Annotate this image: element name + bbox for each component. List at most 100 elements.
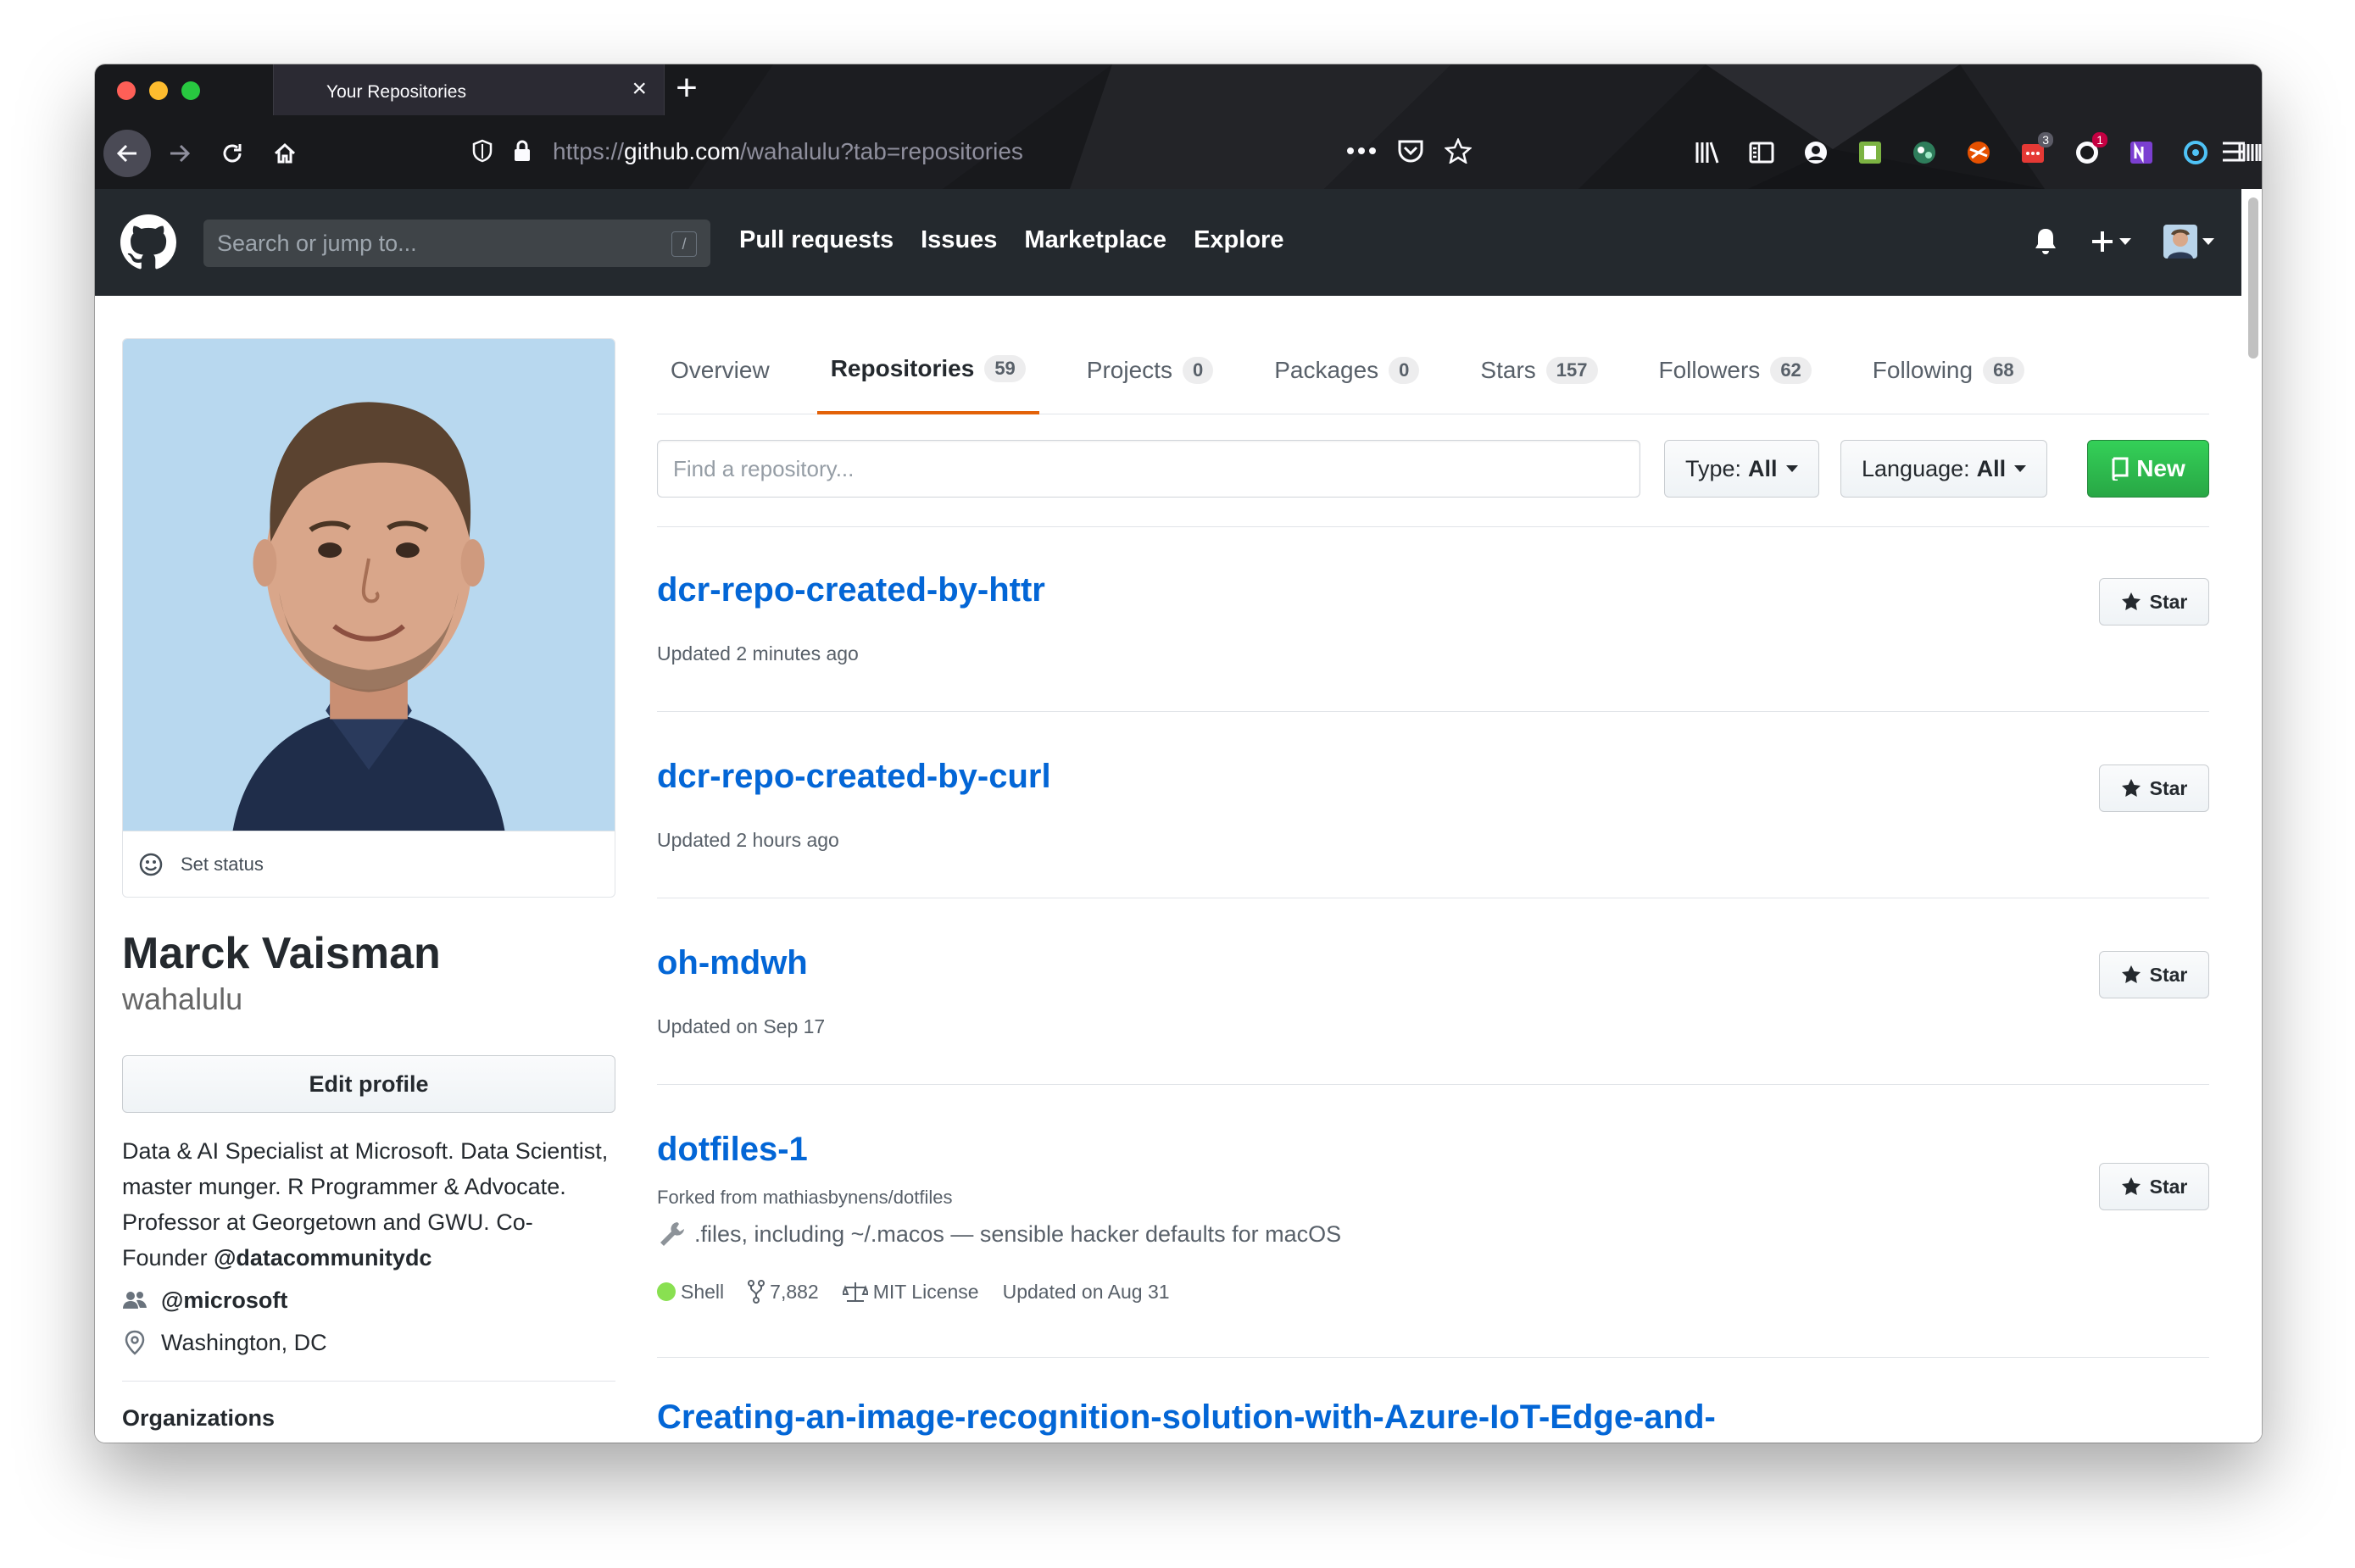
repo-name-link[interactable]: Creating-an-image-recognition-solution-w… bbox=[657, 1398, 1716, 1437]
repo-name-link[interactable]: dcr-repo-created-by-curl bbox=[657, 758, 1051, 796]
tab-label: Stars bbox=[1480, 357, 1536, 383]
repo-name-link[interactable]: dotfiles-1 bbox=[657, 1131, 808, 1169]
caret-down-icon bbox=[2202, 238, 2214, 245]
tab-close-icon[interactable]: × bbox=[632, 76, 647, 102]
arrow-left-icon bbox=[116, 144, 136, 163]
tab-following[interactable]: Following 68 bbox=[1859, 326, 2038, 414]
forks-count: 7,882 bbox=[770, 1280, 819, 1303]
list-item: oh-mdwh Updated on Sep 17 Star bbox=[657, 898, 2209, 1085]
star-button[interactable]: Star bbox=[2099, 578, 2209, 626]
profile-page: Set status Marck Vaisman wahalulu Edit p… bbox=[95, 296, 2262, 1443]
repo-license: MIT License bbox=[842, 1280, 979, 1304]
page-scrollbar[interactable] bbox=[2241, 189, 2262, 1443]
caret-down-icon bbox=[2119, 238, 2131, 245]
tab-title: Your Repositories bbox=[326, 82, 466, 102]
print-extension-icon[interactable] bbox=[1857, 139, 1884, 166]
bio-mention-link[interactable]: @datacommunitydc bbox=[214, 1245, 431, 1271]
nav-explore[interactable]: Explore bbox=[1194, 226, 1283, 254]
star-button[interactable]: Star bbox=[2099, 765, 2209, 812]
browser-tab[interactable]: Your Repositories × bbox=[273, 64, 665, 115]
extension-green-icon[interactable] bbox=[1911, 139, 1938, 166]
url-bar[interactable]: https://github.com/wahalulu?tab=reposito… bbox=[459, 126, 1536, 175]
type-filter-dropdown[interactable]: Type: All bbox=[1664, 440, 1819, 498]
star-button[interactable]: Star bbox=[2099, 951, 2209, 998]
company-link[interactable]: @microsoft bbox=[161, 1282, 287, 1318]
back-button[interactable] bbox=[103, 130, 151, 177]
edit-profile-button[interactable]: Edit profile bbox=[122, 1055, 615, 1113]
repo-forked-from: Forked from mathiasbynens/dotfiles bbox=[657, 1187, 953, 1208]
extension-red-badged[interactable]: 3 bbox=[2019, 132, 2053, 166]
tab-counter: 157 bbox=[1545, 357, 1598, 384]
tab-repositories[interactable]: Repositories 59 bbox=[816, 326, 1039, 414]
tab-stars[interactable]: Stars 157 bbox=[1467, 326, 1611, 414]
notification-badge: 1 bbox=[2092, 132, 2107, 147]
more-actions-icon[interactable] bbox=[1346, 145, 1377, 157]
tab-packages[interactable]: Packages 0 bbox=[1261, 326, 1433, 414]
repo-forks[interactable]: 7,882 bbox=[748, 1280, 819, 1304]
shield-icon[interactable] bbox=[471, 139, 493, 163]
library-icon[interactable] bbox=[1694, 139, 1721, 166]
list-item: Creating-an-image-recognition-solution-w… bbox=[657, 1358, 2209, 1443]
new-button-label: New bbox=[2136, 455, 2185, 481]
find-repository-input[interactable] bbox=[657, 440, 1640, 498]
tab-overview[interactable]: Overview bbox=[657, 326, 783, 414]
profile-tabs: Overview Repositories 59 Projects 0 Packag… bbox=[657, 326, 2209, 414]
account-icon[interactable] bbox=[1802, 139, 1829, 166]
caret-down-icon bbox=[2014, 465, 2027, 472]
nav-pull-requests[interactable]: Pull requests bbox=[739, 226, 894, 254]
user-avatar-small bbox=[2163, 225, 2197, 259]
nav-issues[interactable]: Issues bbox=[921, 226, 997, 254]
new-repository-button[interactable]: New bbox=[2087, 440, 2209, 498]
zoom-window-button[interactable] bbox=[181, 81, 200, 100]
url-text[interactable]: https://github.com/wahalulu?tab=reposito… bbox=[553, 138, 1023, 165]
bookmark-star-icon[interactable] bbox=[1445, 138, 1472, 164]
set-status-button[interactable]: Set status bbox=[122, 831, 615, 898]
repo-updated: Updated on Sep 17 bbox=[657, 1015, 826, 1037]
extension-blue-icon[interactable] bbox=[2182, 139, 2209, 166]
caret-down-icon bbox=[1785, 465, 1798, 472]
menu-icon[interactable] bbox=[2221, 141, 2246, 163]
global-search-input[interactable] bbox=[203, 220, 710, 267]
tab-followers[interactable]: Followers 62 bbox=[1645, 326, 1825, 414]
star-label: Star bbox=[2149, 1175, 2188, 1198]
repo-name-link[interactable]: oh-mdwh bbox=[657, 944, 808, 982]
github-logo-icon[interactable] bbox=[120, 214, 176, 270]
repo-updated: Updated on Aug 31 bbox=[1002, 1280, 1170, 1303]
set-status-label: Set status bbox=[181, 853, 264, 875]
repo-icon bbox=[2112, 457, 2129, 481]
create-new-dropdown[interactable] bbox=[2091, 230, 2131, 253]
repo-name-link[interactable]: dcr-repo-created-by-httr bbox=[657, 571, 1045, 609]
home-icon bbox=[274, 142, 296, 164]
star-label: Star bbox=[2149, 963, 2188, 986]
star-button[interactable]: Star bbox=[2099, 1163, 2209, 1210]
minimize-window-button[interactable] bbox=[149, 81, 168, 100]
forward-button[interactable] bbox=[156, 130, 203, 177]
tab-label: Overview bbox=[671, 357, 770, 383]
onenote-icon[interactable] bbox=[2128, 139, 2155, 166]
tab-projects[interactable]: Projects 0 bbox=[1073, 326, 1227, 414]
tab-counter: 59 bbox=[984, 355, 1026, 382]
extension-notif-badged[interactable]: 1 bbox=[2074, 132, 2107, 166]
home-button[interactable] bbox=[261, 130, 309, 177]
people-icon bbox=[123, 1292, 147, 1309]
profile-username: wahalulu bbox=[122, 981, 243, 1016]
tab-label: Repositories bbox=[830, 355, 975, 381]
extension-badge: 3 bbox=[2038, 132, 2053, 147]
new-tab-button[interactable]: + bbox=[665, 70, 709, 110]
sidebar-icon[interactable] bbox=[1748, 139, 1775, 166]
close-window-button[interactable] bbox=[117, 81, 136, 100]
extension-orange-icon[interactable] bbox=[1965, 139, 1992, 166]
user-menu-dropdown[interactable] bbox=[2163, 225, 2214, 259]
reload-button[interactable] bbox=[209, 130, 256, 177]
lock-icon[interactable] bbox=[512, 139, 532, 163]
license-name: MIT License bbox=[872, 1280, 979, 1303]
type-filter-label: Type: bbox=[1685, 455, 1742, 481]
scrollbar-thumb[interactable] bbox=[2248, 197, 2258, 359]
bell-icon[interactable] bbox=[2033, 227, 2058, 256]
tab-counter: 0 bbox=[1182, 357, 1214, 384]
pocket-icon[interactable] bbox=[1397, 138, 1424, 164]
header-actions bbox=[2033, 225, 2214, 259]
profile-company: @microsoft bbox=[122, 1282, 615, 1318]
language-filter-dropdown[interactable]: Language: All bbox=[1840, 440, 2048, 498]
nav-marketplace[interactable]: Marketplace bbox=[1024, 226, 1166, 254]
